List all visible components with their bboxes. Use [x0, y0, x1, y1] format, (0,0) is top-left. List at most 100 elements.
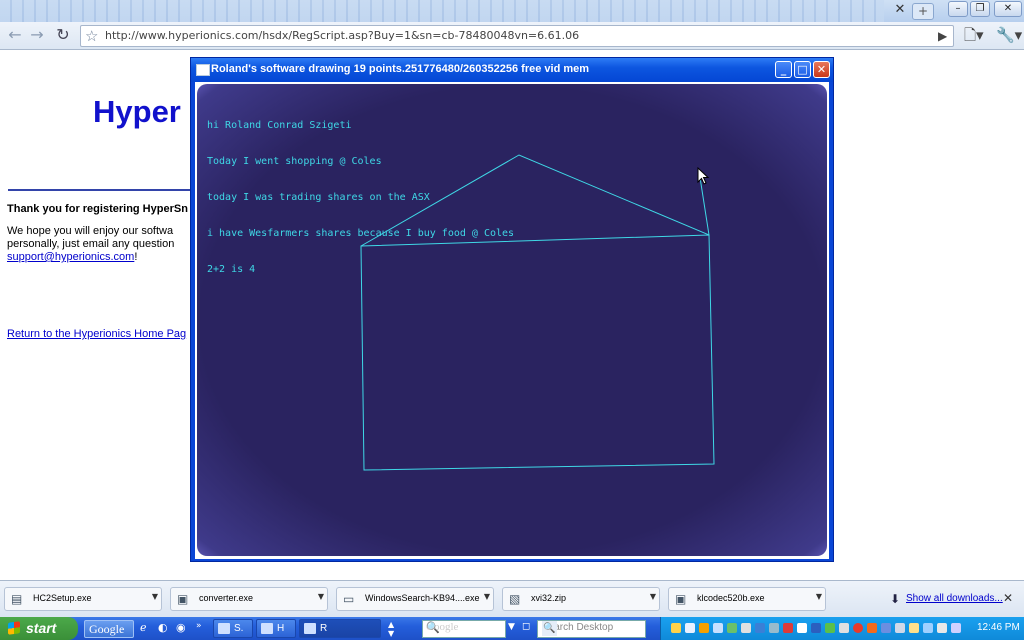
download-item[interactable]: ▧ xvi32.zip ▼: [502, 587, 660, 611]
tray-icon[interactable]: [811, 623, 821, 633]
drawing-app-window[interactable]: Roland's software drawing 19 points.2517…: [190, 57, 834, 562]
google-toolbar-button[interactable]: Google: [84, 620, 134, 638]
tray-icon[interactable]: [769, 623, 779, 633]
speaker-icon[interactable]: [951, 623, 961, 633]
chevron-down-icon[interactable]: ▼: [484, 592, 490, 601]
console-line: Today I went shopping @ Coles: [207, 156, 382, 167]
tray-icon[interactable]: [895, 623, 905, 633]
go-icon[interactable]: ▶: [938, 27, 947, 45]
app-icon[interactable]: ◉: [176, 621, 186, 634]
divider: [8, 189, 198, 191]
download-name: HC2Setup.exe: [33, 593, 92, 603]
window-icon: ▭: [343, 592, 355, 606]
tray-icon[interactable]: [727, 623, 737, 633]
url-text[interactable]: http://www.hyperionics.com/hsdx/RegScrip…: [105, 29, 579, 42]
address-bar[interactable]: ☆ http://www.hyperionics.com/hsdx/RegScr…: [80, 25, 954, 47]
tray-icon[interactable]: [741, 623, 751, 633]
browser-toolbar: ← → ↻ ☆ http://www.hyperionics.com/hsdx/…: [0, 22, 1024, 50]
window-title: Roland's software drawing 19 points.2517…: [211, 63, 590, 75]
tab-strip: ✕ + – ❐ ✕: [0, 0, 1024, 22]
zip-icon: ▧: [509, 592, 521, 606]
download-item[interactable]: ▤ HC2Setup.exe ▼: [4, 587, 162, 611]
download-item[interactable]: ▭ WindowsSearch-KB94....exe ▼: [336, 587, 494, 611]
reload-icon[interactable]: ↻: [54, 26, 72, 44]
taskbar-scroll-icon[interactable]: ▲ ▼: [388, 620, 394, 638]
search-icon[interactable]: 🔍: [542, 621, 557, 636]
tray-icon[interactable]: [853, 623, 863, 633]
desktop-search-box[interactable]: Search Desktop 🔍: [537, 620, 646, 638]
tray-icon[interactable]: [685, 623, 695, 633]
tray-icon[interactable]: [825, 623, 835, 633]
taskbar: start Google ℯ ◐ ◉ » S. H R ▲ ▼ Google 🔍 …: [0, 617, 1024, 640]
tray-icon[interactable]: [867, 623, 877, 633]
window-minimize-button[interactable]: _: [775, 61, 792, 78]
window-close-button[interactable]: ✕: [813, 61, 830, 78]
windows-logo-icon: [8, 621, 20, 635]
close-tab-icon[interactable]: ✕: [892, 2, 908, 18]
installer-icon: ▣: [177, 592, 189, 606]
task-label: H: [277, 623, 285, 634]
chevron-down-icon[interactable]: ▼: [816, 592, 822, 601]
google-label: Google: [89, 622, 125, 636]
new-tab-button[interactable]: +: [912, 3, 934, 20]
tray-icon[interactable]: [797, 623, 807, 633]
tray-icon[interactable]: [783, 623, 793, 633]
task-icon: [304, 623, 316, 634]
tray-icon[interactable]: [755, 623, 765, 633]
ie-icon[interactable]: ℯ: [140, 621, 147, 634]
forward-icon[interactable]: →: [28, 26, 46, 44]
task-icon: [261, 623, 273, 634]
start-button[interactable]: start: [0, 617, 78, 640]
page-menu-icon[interactable]: 🗋▾: [964, 26, 984, 44]
task-label: R: [320, 623, 328, 634]
clock[interactable]: 12:46 PM: [977, 622, 1020, 633]
dropdown-icon[interactable]: ▼: [508, 622, 515, 632]
support-email-link[interactable]: support@hyperionics.com: [7, 251, 134, 263]
tray-icon[interactable]: [909, 623, 919, 633]
drawing-canvas[interactable]: hi Roland Conrad Szigeti Today I went sh…: [197, 84, 827, 556]
window-maximize-button[interactable]: □: [794, 61, 811, 78]
download-item[interactable]: ▣ converter.exe ▼: [170, 587, 328, 611]
wrench-menu-icon[interactable]: 🔧▾: [996, 26, 1022, 44]
browser-icon[interactable]: ◐: [158, 621, 168, 634]
tray-icon[interactable]: [839, 623, 849, 633]
taskbar-button-active[interactable]: R: [299, 619, 381, 638]
chevron-down-icon[interactable]: ▼: [318, 592, 324, 601]
installer-icon: ▣: [675, 592, 687, 606]
taskbar-button[interactable]: H: [256, 619, 296, 638]
task-icon: [218, 623, 230, 634]
restore-button[interactable]: ❐: [970, 1, 990, 17]
download-name: WindowsSearch-KB94....exe: [365, 593, 480, 603]
close-button[interactable]: ✕: [994, 1, 1022, 17]
console-line: i have Wesfarmers shares because I buy f…: [207, 228, 515, 239]
download-name: xvi32.zip: [531, 593, 567, 603]
close-downloads-icon[interactable]: ✕: [1003, 591, 1013, 605]
chevron-down-icon[interactable]: ▼: [152, 592, 158, 601]
window-title-bar[interactable]: Roland's software drawing 19 points.2517…: [191, 58, 833, 82]
tray-icon[interactable]: [937, 623, 947, 633]
options-icon[interactable]: ◻: [522, 621, 530, 632]
google-search-box[interactable]: Google 🔍: [422, 620, 506, 638]
search-icon[interactable]: 🔍: [426, 621, 503, 634]
tray-icon[interactable]: [699, 623, 709, 633]
home-page-link[interactable]: Return to the Hyperionics Home Pag: [7, 328, 186, 340]
taskbar-button[interactable]: S.: [213, 619, 253, 638]
download-name: converter.exe: [199, 593, 254, 603]
back-icon[interactable]: ←: [6, 26, 24, 44]
thanks-line: Thank you for registering HyperSn: [7, 203, 188, 215]
downloads-bar: ▤ HC2Setup.exe ▼ ▣ converter.exe ▼ ▭ Win…: [0, 580, 1024, 618]
download-item[interactable]: ▣ klcodec520b.exe ▼: [668, 587, 826, 611]
show-all-downloads-link[interactable]: Show all downloads...: [906, 593, 1003, 604]
tray-icon[interactable]: [671, 623, 681, 633]
tray-icon[interactable]: [923, 623, 933, 633]
mouse-cursor-icon: [697, 167, 710, 185]
bookmark-star-icon[interactable]: ☆: [85, 26, 98, 46]
console-line: today I was trading shares on the ASX: [207, 192, 430, 203]
quicklaunch-expand-icon[interactable]: »: [196, 621, 202, 631]
download-arrow-icon: ⬇: [890, 592, 901, 606]
tray-icon[interactable]: [881, 623, 891, 633]
minimize-button[interactable]: –: [948, 1, 968, 17]
tray-icon[interactable]: [713, 623, 723, 633]
chevron-down-icon[interactable]: ▼: [650, 592, 656, 601]
page-heading: Hyper: [93, 94, 181, 129]
